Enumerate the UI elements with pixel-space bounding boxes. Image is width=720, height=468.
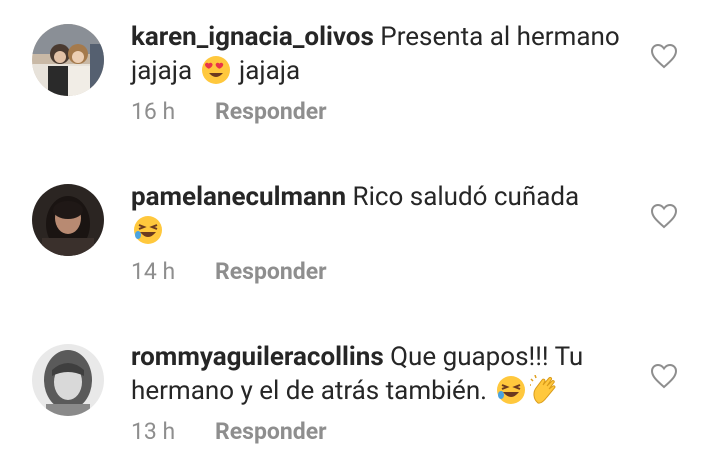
comment-username[interactable]: karen_ignacia_olivos bbox=[131, 22, 374, 52]
heart-eyes-emoji-icon bbox=[201, 55, 231, 85]
clapping-hands-emoji-icon bbox=[529, 375, 560, 405]
comment-item: pamelaneculmann Rico saludó cuñada 14 h R… bbox=[0, 160, 720, 320]
heart-outline-icon[interactable] bbox=[650, 43, 678, 69]
comment-message: Rico saludó cuñada bbox=[346, 182, 580, 212]
comment-item: rommyaguileracollins Que guapos!!! Tu he… bbox=[0, 320, 720, 468]
avatar[interactable] bbox=[32, 344, 104, 416]
comment-message-end: jajaja bbox=[232, 56, 301, 86]
comment-text: pamelaneculmann Rico saludó cuñada bbox=[131, 180, 630, 248]
comment-username[interactable]: rommyaguileracollins bbox=[131, 342, 384, 372]
comment-meta: 13 h Responder bbox=[131, 418, 327, 445]
comment-timestamp: 13 h bbox=[131, 418, 176, 445]
comment-text: karen_ignacia_olivos Presenta al hermano… bbox=[131, 20, 630, 88]
reply-button[interactable]: Responder bbox=[215, 98, 327, 125]
comment-meta: 16 h Responder bbox=[131, 98, 327, 125]
comment-item: karen_ignacia_olivos Presenta al hermano… bbox=[0, 0, 720, 160]
comment-timestamp: 16 h bbox=[131, 98, 176, 125]
laughing-emoji-icon bbox=[133, 215, 163, 245]
heart-outline-icon[interactable] bbox=[650, 203, 678, 229]
laughing-emoji-icon bbox=[496, 375, 526, 405]
avatar[interactable] bbox=[32, 184, 104, 256]
reply-button[interactable]: Responder bbox=[215, 418, 327, 445]
comment-username[interactable]: pamelaneculmann bbox=[131, 182, 346, 212]
avatar[interactable] bbox=[32, 24, 104, 96]
reply-button[interactable]: Responder bbox=[215, 258, 327, 285]
comment-text: rommyaguileracollins Que guapos!!! Tu he… bbox=[131, 340, 630, 408]
heart-outline-icon[interactable] bbox=[650, 363, 678, 389]
comment-meta: 14 h Responder bbox=[131, 258, 327, 285]
comment-timestamp: 14 h bbox=[131, 258, 176, 285]
